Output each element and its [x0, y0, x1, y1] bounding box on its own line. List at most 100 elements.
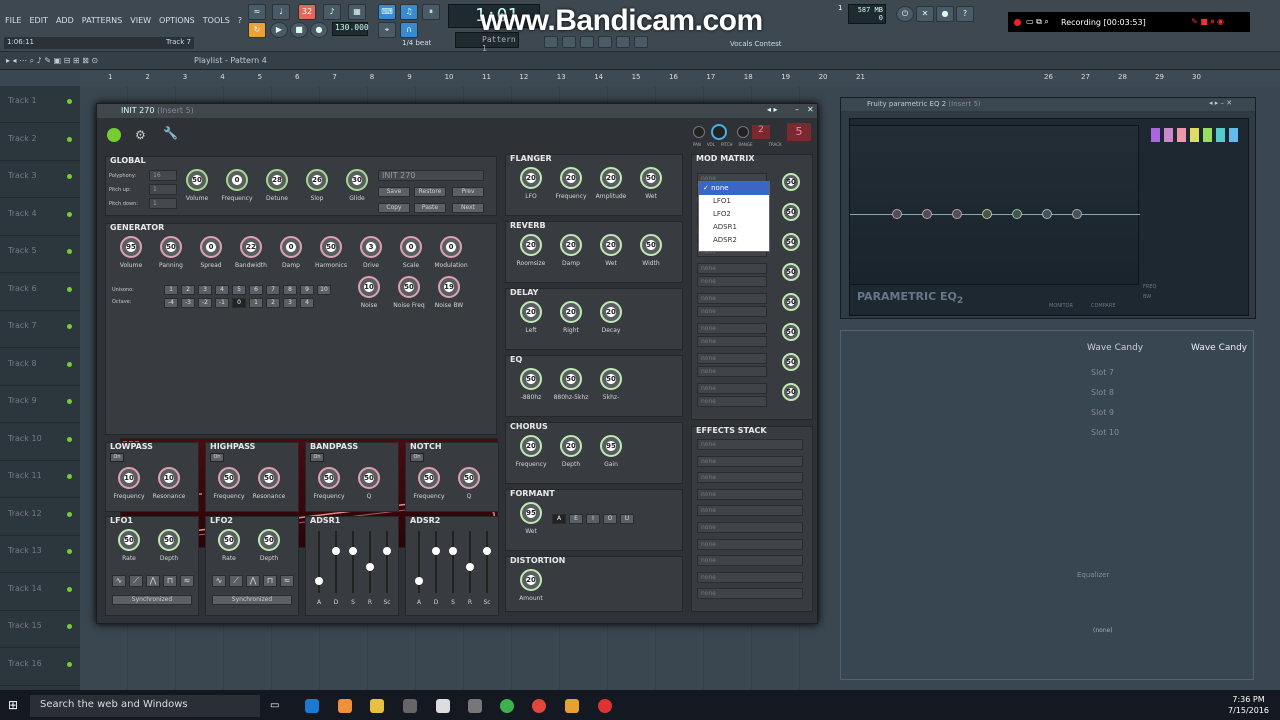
lfo-shape-icon[interactable]: ≈ — [180, 575, 194, 587]
mixer-slot-active[interactable]: Wave Candy — [1087, 343, 1143, 353]
track-header[interactable]: Track 2 — [0, 124, 80, 161]
app-icon[interactable] — [403, 699, 417, 713]
knob[interactable]: 50 — [458, 467, 480, 489]
eq-band-node[interactable] — [922, 209, 932, 219]
octave-option[interactable]: -2 — [198, 298, 212, 308]
unisono-option[interactable]: 2 — [181, 285, 195, 295]
mixer-slot[interactable]: Slot 9 — [1091, 403, 1119, 423]
mod-amount-knob[interactable]: 50 — [782, 353, 800, 371]
track-header[interactable]: Track 15 — [0, 611, 80, 648]
blender-icon[interactable] — [338, 699, 352, 713]
chrome-icon[interactable] — [532, 699, 546, 713]
copy-button[interactable]: Copy — [378, 203, 410, 213]
plugin-arrows-icon[interactable]: ◂ ▸ — [767, 105, 778, 114]
formant-vowel[interactable]: U — [620, 514, 634, 524]
octave-option[interactable]: 3 — [283, 298, 297, 308]
lfo-shape-icon[interactable]: ⋀ — [146, 575, 160, 587]
filter-on-button[interactable]: On — [310, 453, 324, 462]
knob[interactable]: 50 — [218, 467, 240, 489]
effect-slot[interactable]: none — [697, 488, 803, 500]
track-header[interactable]: Track 12 — [0, 499, 80, 536]
knob[interactable]: 20 — [520, 234, 542, 256]
tools-icon[interactable]: ✕ — [916, 6, 934, 22]
tempo-icon[interactable]: ≈ — [248, 4, 266, 20]
mod-amount-knob[interactable]: 50 — [782, 173, 800, 191]
plugin-settings-icon[interactable]: ⚙ — [135, 128, 146, 142]
band-gain-slider[interactable] — [1151, 128, 1160, 142]
mod-dest-select[interactable]: none — [697, 276, 767, 287]
track-mute-led[interactable] — [67, 436, 72, 442]
adsr-handle[interactable] — [483, 547, 491, 555]
knob[interactable]: 10 — [358, 276, 380, 298]
effect-slot[interactable]: none — [697, 439, 803, 450]
knob[interactable]: 20 — [560, 301, 582, 323]
explorer-icon[interactable] — [370, 699, 384, 713]
formant-vowel[interactable]: I — [586, 514, 600, 524]
unisono-option[interactable]: 6 — [249, 285, 263, 295]
track-header[interactable]: Track 6 — [0, 274, 80, 311]
mixer-slot[interactable]: Slot 7 — [1091, 363, 1119, 383]
unisono-option[interactable]: 1 — [164, 285, 178, 295]
menu-patterns[interactable]: PATTERNS — [81, 16, 123, 25]
menu-options[interactable]: OPTIONS — [158, 16, 196, 25]
knob[interactable]: 50 — [118, 529, 140, 551]
eq-band-node[interactable] — [982, 209, 992, 219]
adsr-handle[interactable] — [383, 547, 391, 555]
midi-keyboard-icon[interactable]: ♫ — [400, 4, 418, 20]
knob[interactable]: 10 — [118, 467, 140, 489]
wait-input-icon[interactable]: ⏸ — [422, 4, 440, 20]
effect-slot[interactable]: none — [697, 588, 803, 600]
track-value[interactable]: 5 — [787, 123, 811, 141]
adsr-fader[interactable] — [349, 531, 357, 593]
mod-source-select[interactable]: none — [697, 323, 767, 334]
knob[interactable]: 95 — [120, 236, 142, 258]
lfo-shape-icon[interactable]: ∿ — [212, 575, 226, 587]
lfo-shape-icon[interactable]: ⟋ — [229, 575, 243, 587]
band-gain-slider[interactable] — [1203, 128, 1212, 142]
knob[interactable]: 22 — [240, 236, 262, 258]
lfo-sync-button[interactable]: Synchronized — [112, 595, 192, 605]
track-mute-led[interactable] — [67, 399, 72, 405]
track-mute-led[interactable] — [67, 99, 72, 105]
playlist-menu-icon[interactable]: ▸ ◂ ⋯ ⌕ ♪ ✎ ▣ ⊟ ⊞ ⊠ ⊙ — [6, 56, 98, 66]
knob[interactable]: 50 — [318, 467, 340, 489]
track-header[interactable]: Track 9 — [0, 386, 80, 423]
knob[interactable]: 50 — [358, 467, 380, 489]
menu-edit[interactable]: EDIT — [28, 16, 48, 25]
knob[interactable]: 20 — [600, 234, 622, 256]
next-button[interactable]: Next — [452, 203, 484, 213]
bandicam-icon[interactable] — [598, 699, 612, 713]
knob[interactable]: 20 — [520, 435, 542, 457]
typing-keyboard-icon[interactable]: ⌨ — [378, 4, 396, 20]
polyphony-field[interactable]: 16 — [149, 170, 177, 181]
unisono-option[interactable]: 7 — [266, 285, 280, 295]
menu-file[interactable]: FILE — [4, 16, 22, 25]
unisono-option[interactable]: 8 — [283, 285, 297, 295]
lfo-sync-button[interactable]: Synchronized — [212, 595, 292, 605]
knob[interactable]: 50 — [398, 276, 420, 298]
knob[interactable]: 30 — [346, 169, 368, 191]
track-header[interactable]: Track 1 — [0, 86, 80, 123]
octave-option[interactable]: -4 — [164, 298, 178, 308]
menu-add[interactable]: ADD — [55, 16, 75, 25]
knob[interactable]: 10 — [158, 467, 180, 489]
plugin-minimize-icon[interactable]: – — [795, 105, 799, 114]
mic-icon[interactable]: ● — [936, 6, 954, 22]
adsr-handle[interactable] — [349, 547, 357, 555]
knob[interactable]: 50 — [640, 234, 662, 256]
plugin-main-icon[interactable] — [107, 128, 121, 142]
task-view-icon[interactable]: ▭ — [270, 700, 279, 711]
countdown-button[interactable]: 32 — [298, 4, 316, 20]
pitchup-field[interactable]: 1 — [149, 184, 177, 195]
adsr-handle[interactable] — [415, 577, 423, 585]
track-header[interactable]: Track 13 — [0, 536, 80, 573]
knob[interactable]: 50 — [158, 529, 180, 551]
band-gain-slider[interactable] — [1229, 128, 1238, 142]
adsr-fader[interactable] — [415, 531, 423, 593]
knob[interactable]: 20 — [600, 301, 622, 323]
dropdown-option-lfo2[interactable]: LFO2 — [699, 208, 769, 221]
track-mute-led[interactable] — [67, 511, 72, 517]
adsr-handle[interactable] — [315, 577, 323, 585]
eq-titlebar[interactable]: Fruity parametric EQ 2 (Insert 5) ◂ ▸ – … — [841, 98, 1255, 111]
formant-vowel[interactable]: E — [569, 514, 583, 524]
